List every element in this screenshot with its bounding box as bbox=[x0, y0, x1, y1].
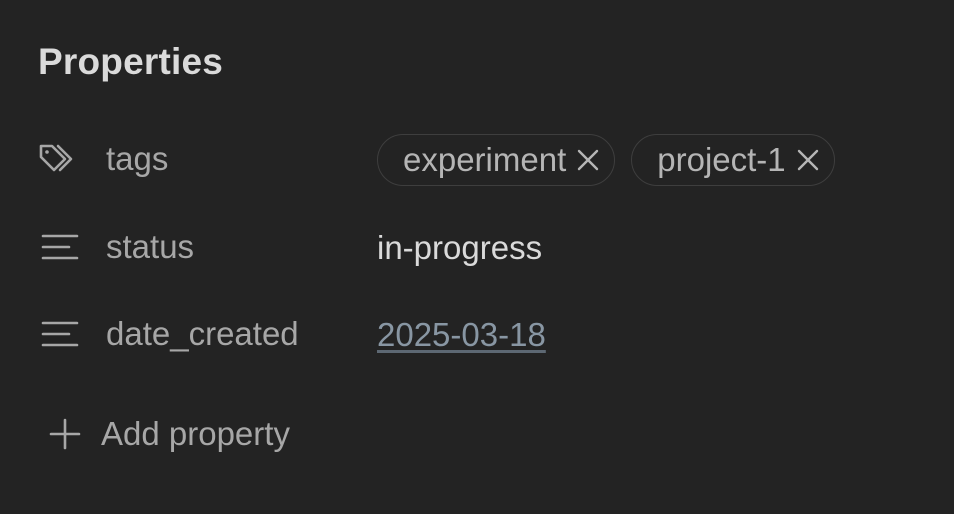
property-key-status[interactable]: status bbox=[106, 228, 194, 266]
properties-heading: Properties bbox=[38, 41, 224, 82]
date-created-value-field[interactable]: 2025-03-18 bbox=[377, 309, 546, 361]
text-lines-icon[interactable] bbox=[38, 315, 82, 353]
tag-pill-project-1[interactable]: project-1 bbox=[631, 134, 835, 186]
property-key-date-created[interactable]: date_created bbox=[106, 315, 299, 353]
property-key-tags[interactable]: tags bbox=[106, 140, 168, 178]
status-value[interactable]: in-progress bbox=[377, 229, 542, 267]
add-property-label: Add property bbox=[101, 415, 290, 452]
date-created-link[interactable]: 2025-03-18 bbox=[377, 316, 546, 354]
status-value-field[interactable]: in-progress bbox=[377, 222, 542, 274]
property-row-tags: tags experiment project-1 bbox=[0, 124, 954, 194]
add-property-button[interactable]: Add property bbox=[48, 412, 290, 456]
close-icon[interactable] bbox=[794, 146, 822, 174]
plus-icon bbox=[48, 417, 82, 451]
tags-value: experiment project-1 bbox=[377, 134, 851, 186]
tag-label: project-1 bbox=[657, 141, 786, 178]
tag-label: experiment bbox=[403, 141, 567, 178]
tags-icon[interactable] bbox=[38, 140, 82, 178]
close-icon[interactable] bbox=[574, 146, 602, 174]
text-lines-icon[interactable] bbox=[38, 228, 82, 266]
tag-pill-experiment[interactable]: experiment bbox=[377, 134, 616, 186]
property-row-status: status in-progress bbox=[0, 212, 954, 282]
property-row-date-created: date_created 2025-03-18 bbox=[0, 299, 954, 369]
properties-panel: Properties tags experiment project-1 sta… bbox=[0, 0, 954, 514]
